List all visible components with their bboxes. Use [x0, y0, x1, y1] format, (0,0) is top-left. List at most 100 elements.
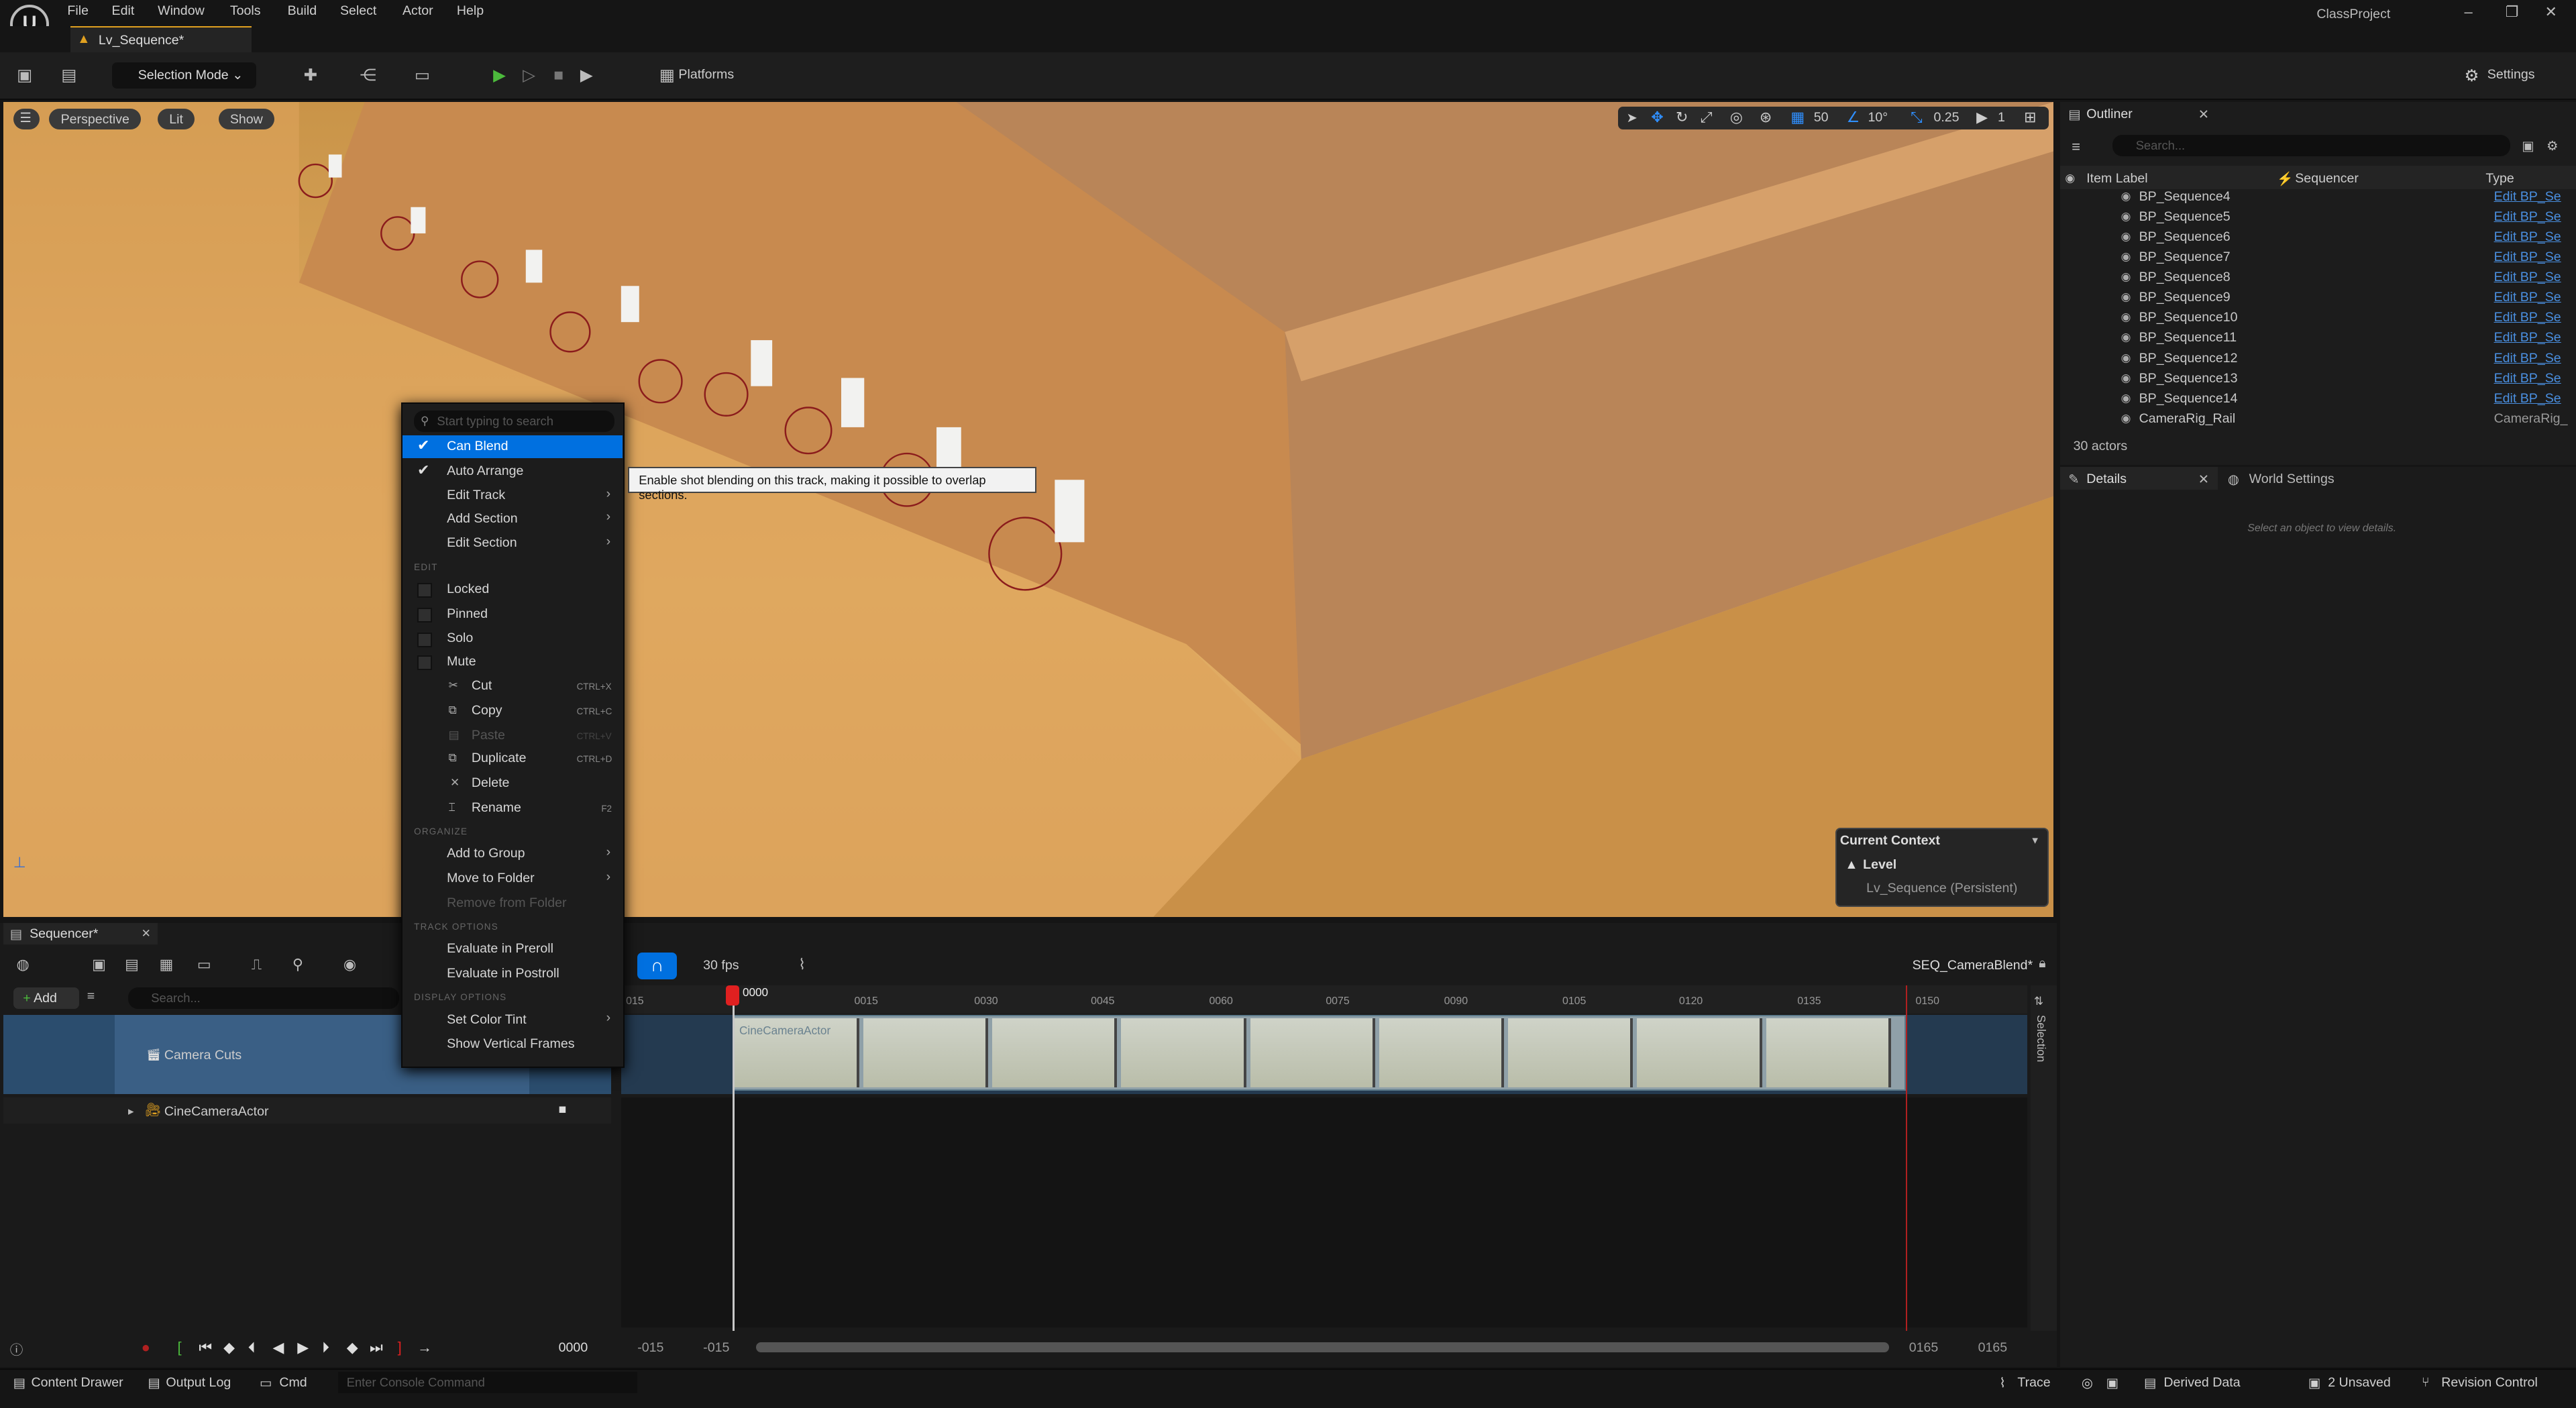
curve-icon[interactable]: ⎍ — [252, 956, 262, 973]
camera-lock-icon[interactable]: ■ — [559, 1102, 567, 1118]
select-tool-icon[interactable]: ➤ — [1627, 110, 1638, 126]
mute-checkbox[interactable] — [417, 655, 433, 671]
lit-button[interactable]: Lit — [158, 108, 195, 130]
outliner-row[interactable]: ◉ BP_Sequence12 Edit BP_Se — [2063, 351, 2576, 370]
context-search-input[interactable]: Start typing to search — [414, 411, 614, 433]
prev-key-icon[interactable]: ◆ — [223, 1339, 235, 1356]
selection-label[interactable]: Selection — [2034, 1015, 2048, 1062]
menu-add-section[interactable]: Add Section — [402, 508, 623, 531]
outliner-row[interactable]: ◉ BP_Sequence8 Edit BP_Se — [2063, 270, 2576, 289]
play-reverse-icon[interactable]: ◀ — [273, 1339, 284, 1356]
sequencer-close-icon[interactable]: ✕ — [142, 926, 151, 940]
platforms-button[interactable]: Platforms — [678, 67, 734, 83]
loop-icon[interactable]: → — [417, 1339, 432, 1356]
menu-move-to-folder[interactable]: Move to Folder — [402, 867, 623, 890]
content-drawer-icon[interactable]: ▤ — [13, 1375, 26, 1391]
menu-select[interactable]: Select — [340, 3, 376, 19]
world-settings-tab[interactable]: World Settings — [2249, 472, 2334, 487]
lock-icon[interactable]: 🔒︎ — [2039, 956, 2045, 971]
actor-type[interactable]: Edit BP_Se — [2494, 391, 2561, 407]
view-options-icon[interactable]: ◉ — [343, 956, 356, 973]
close-icon[interactable]: ✕ — [2545, 3, 2557, 21]
grid-value[interactable]: 50 — [1814, 110, 1829, 125]
menu-auto-arrange[interactable]: Auto Arrange — [402, 460, 623, 483]
jump-start-icon[interactable]: ⏮ — [199, 1339, 212, 1356]
cmd-dropdown[interactable]: Cmd — [279, 1375, 307, 1391]
view-start[interactable]: -015 — [637, 1340, 663, 1356]
outliner-row[interactable]: ◉ CameraRig_Rail CameraRig_ — [2063, 411, 2576, 431]
level-viewport[interactable] — [3, 101, 2054, 917]
menu-can-blend[interactable]: Can Blend — [402, 435, 623, 459]
trace-icon[interactable]: ⌇ — [1999, 1375, 2006, 1391]
add-track-button[interactable]: + Add — [13, 987, 79, 1009]
cine-camera-track-row[interactable] — [3, 1097, 612, 1124]
details-tab[interactable] — [2060, 466, 2218, 490]
actor-type[interactable]: Edit BP_Se — [2494, 351, 2561, 366]
unsaved-icon[interactable]: ▣ — [2308, 1375, 2321, 1391]
play-start[interactable]: -015 — [703, 1340, 729, 1356]
actor-type[interactable]: Edit BP_Se — [2494, 371, 2561, 386]
level-context-value[interactable]: Lv_Sequence (Persistent) — [1866, 881, 2017, 896]
menu-window[interactable]: Window — [158, 3, 205, 19]
outliner-search[interactable]: Search... — [2112, 134, 2511, 156]
col-item-label[interactable]: Item Label — [2086, 171, 2147, 186]
details-close-icon[interactable]: ✕ — [2198, 472, 2209, 488]
curve-editor-icon[interactable]: ⌇ — [798, 956, 806, 973]
context-collapse-icon[interactable]: ▾ — [2032, 833, 2038, 847]
actor-type[interactable]: Edit BP_Se — [2494, 330, 2561, 345]
scale-value[interactable]: 0.25 — [1933, 110, 1959, 125]
col-type[interactable]: Type — [2485, 171, 2514, 186]
actor-type[interactable]: Edit BP_Se — [2494, 310, 2561, 325]
playhead-marker[interactable] — [726, 985, 740, 1006]
menu-add-to-group[interactable]: Add to Group — [402, 843, 623, 865]
track-filter-icon[interactable]: ≡ — [87, 989, 95, 1004]
outliner-row[interactable]: ◉ BP_Sequence14 Edit BP_Se — [2063, 391, 2576, 411]
info-icon[interactable]: ⓘ — [10, 1339, 23, 1358]
current-time[interactable]: 0000 — [559, 1340, 588, 1356]
scale-tool-icon[interactable]: ⤢ — [1701, 109, 1713, 126]
outliner-row[interactable]: ◉ BP_Sequence5 Edit BP_Se — [2063, 209, 2576, 229]
content-drawer-button[interactable]: Content Drawer — [32, 1375, 123, 1391]
menu-delete[interactable]: Delete — [402, 772, 623, 795]
filter-icon[interactable]: ≡ — [2072, 138, 2080, 156]
record-icon[interactable]: ● — [142, 1339, 150, 1356]
menu-show-vertical-frames[interactable]: Show Vertical Frames — [402, 1033, 623, 1056]
outliner-close-icon[interactable]: ✕ — [2198, 107, 2209, 123]
add-actor-icon[interactable]: ✚ — [301, 66, 320, 85]
set-start-icon[interactable]: [ — [177, 1339, 181, 1356]
menu-edit-track[interactable]: Edit Track — [402, 484, 623, 507]
menu-edit-section[interactable]: Edit Section — [402, 532, 623, 555]
actor-type[interactable]: Edit BP_Se — [2494, 270, 2561, 285]
menu-rename[interactable]: Rename — [402, 797, 623, 820]
next-key-icon[interactable]: ◆ — [347, 1339, 358, 1356]
rotate-tool-icon[interactable]: ↻ — [1676, 109, 1688, 126]
sequencer-world-icon[interactable]: ◍ — [16, 956, 29, 973]
level-tab[interactable]: Lv_Sequence* — [70, 26, 252, 53]
settings-icon[interactable]: ⚙ — [2464, 66, 2479, 86]
stop-icon[interactable]: ■ — [549, 66, 568, 85]
find-asset-icon[interactable]: ▤ — [125, 956, 139, 973]
view-end[interactable]: 0165 — [1978, 1340, 2008, 1356]
camera-speed-icon[interactable]: ▶ — [1976, 109, 1988, 126]
scale-snap-icon[interactable]: ⤡ — [1911, 109, 1923, 126]
timeline-scrollbar[interactable] — [755, 1342, 1890, 1352]
prev-frame-icon[interactable]: ⏴ — [248, 1339, 256, 1356]
menu-file[interactable]: File — [67, 3, 89, 19]
actor-type[interactable]: Edit BP_Se — [2494, 250, 2561, 265]
move-tool-icon[interactable]: ✥ — [1651, 109, 1663, 126]
cinematics-icon[interactable]: ▭ — [413, 66, 432, 85]
col-sequencer[interactable]: Sequencer — [2295, 171, 2359, 186]
track-search[interactable]: Search... — [128, 987, 400, 1009]
minimize-icon[interactable]: – — [2464, 3, 2472, 21]
play-icon[interactable]: ▶ — [490, 66, 509, 85]
menu-remove-from-folder[interactable]: Remove from Folder — [402, 892, 623, 915]
selection-mode-dropdown[interactable]: Selection Mode ⌄ — [111, 62, 257, 89]
save-icon[interactable]: ▣ — [15, 66, 34, 85]
restore-icon[interactable]: ❐ — [2506, 3, 2519, 21]
save-sequence-icon[interactable]: ▣ — [92, 956, 106, 973]
browse-icon[interactable]: ▤ — [59, 66, 78, 85]
outliner-row[interactable]: ◉ BP_Sequence13 Edit BP_Se — [2063, 371, 2576, 390]
solo-checkbox[interactable] — [417, 632, 433, 647]
actor-type[interactable]: Edit BP_Se — [2494, 290, 2561, 305]
actor-type[interactable]: Edit BP_Se — [2494, 229, 2561, 245]
